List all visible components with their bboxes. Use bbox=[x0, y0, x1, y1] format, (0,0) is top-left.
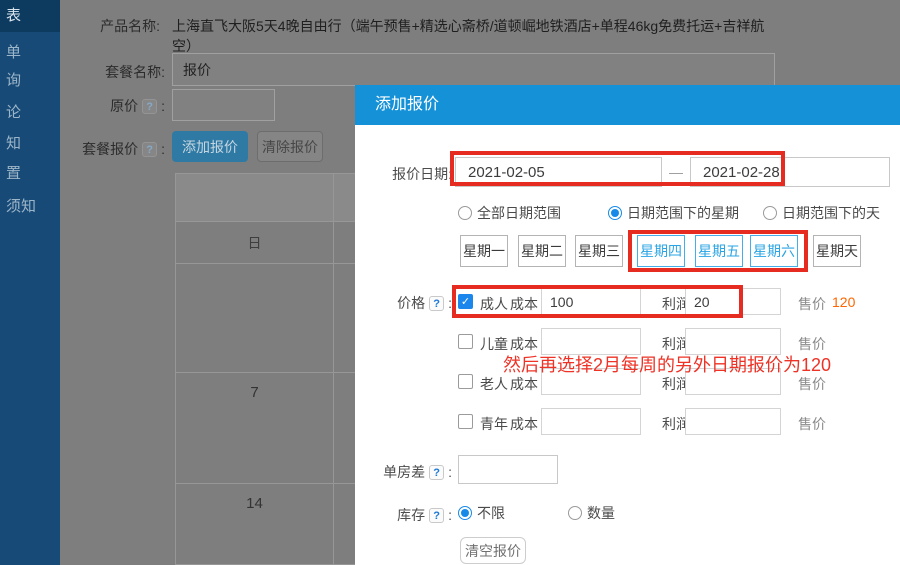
radio-icon bbox=[458, 506, 472, 520]
date-start-input[interactable] bbox=[455, 157, 662, 187]
cost-input-youth[interactable] bbox=[541, 408, 641, 435]
single-room-label: 单房差 ? : bbox=[365, 462, 452, 482]
sidebar-item-5[interactable]: 知 bbox=[0, 129, 60, 159]
weekday-button-thu[interactable]: 星期四 bbox=[637, 235, 685, 267]
price-row-youth: 青年 成本 利润 售价 bbox=[355, 407, 900, 437]
radio-icon bbox=[458, 206, 472, 220]
weekday-button-tue[interactable]: 星期二 bbox=[518, 235, 566, 267]
single-room-input[interactable] bbox=[458, 455, 558, 484]
radio-weekdays-in-range[interactable]: 日期范围下的星期 bbox=[608, 203, 739, 223]
checkbox-child[interactable] bbox=[458, 334, 473, 349]
radio-stock-quantity[interactable]: 数量 bbox=[568, 503, 615, 523]
package-quote-label: 套餐报价 ? : bbox=[60, 139, 165, 159]
colon: : bbox=[161, 98, 165, 114]
sidebar-item-6[interactable]: 置 bbox=[0, 159, 60, 189]
package-quote-label-text: 套餐报价 bbox=[82, 139, 138, 159]
dialog-title: 添加报价 bbox=[375, 85, 439, 125]
app-window: 表 单 询 论 知 置 须知 产品名称: 上海直飞大阪5天4晚自由行（端午预售+… bbox=[0, 0, 900, 565]
radio-all-date-range[interactable]: 全部日期范围 bbox=[458, 203, 561, 223]
original-price-label: 原价 ? : bbox=[60, 96, 165, 116]
weekday-button-mon[interactable]: 星期一 bbox=[460, 235, 508, 267]
help-icon[interactable]: ? bbox=[429, 508, 444, 523]
sidebar-item-7[interactable]: 须知 bbox=[0, 192, 60, 222]
checkbox-youth[interactable] bbox=[458, 414, 473, 429]
annotation-note: 然后再选择2月每周的另外日期报价为120 bbox=[503, 351, 893, 377]
radio-icon bbox=[763, 206, 777, 220]
calendar-day-header: 日 bbox=[176, 222, 334, 263]
sidebar-item-3[interactable]: 询 bbox=[0, 66, 60, 96]
sidebar-item-1[interactable]: 表 bbox=[0, 0, 60, 32]
sidebar-item-2[interactable]: 单 bbox=[0, 38, 60, 68]
weekday-button-sat[interactable]: 星期六 bbox=[750, 235, 798, 267]
checkbox-elderly[interactable] bbox=[458, 374, 473, 389]
help-icon[interactable]: ? bbox=[429, 465, 444, 480]
add-quote-button[interactable]: 添加报价 bbox=[172, 131, 248, 162]
help-icon[interactable]: ? bbox=[142, 99, 157, 114]
add-quote-dialog: 添加报价 报价日期: — 全部日期范围 日期范围下的星期 日期范围下的天 星期一… bbox=[355, 85, 900, 565]
sale-price-adult: 120 bbox=[832, 294, 855, 310]
stock-label: 库存 ? : bbox=[365, 505, 452, 525]
radio-icon bbox=[568, 506, 582, 520]
sidebar: 表 单 询 论 知 置 须知 bbox=[0, 0, 60, 565]
profit-input-youth[interactable] bbox=[685, 408, 781, 435]
checkbox-adult[interactable]: ✓ bbox=[458, 294, 473, 309]
radio-days-in-range[interactable]: 日期范围下的天 bbox=[763, 203, 880, 223]
quote-date-label: 报价日期: bbox=[365, 164, 452, 184]
profit-input-adult[interactable] bbox=[685, 288, 781, 315]
cost-input-adult[interactable] bbox=[541, 288, 641, 315]
clear-quote-button[interactable]: 清除报价 bbox=[257, 131, 323, 162]
package-name-input[interactable] bbox=[172, 53, 775, 86]
colon: : bbox=[161, 141, 165, 157]
price-row-adult: ✓ 成人 成本 利润 售价 120 bbox=[355, 287, 900, 317]
date-range-separator: — bbox=[664, 164, 688, 180]
original-price-input[interactable] bbox=[172, 89, 275, 121]
help-icon[interactable]: ? bbox=[142, 142, 157, 157]
radio-icon bbox=[608, 206, 622, 220]
original-price-label-text: 原价 bbox=[110, 96, 138, 116]
date-end-input[interactable] bbox=[690, 157, 890, 187]
dialog-header: 添加报价 bbox=[355, 85, 900, 125]
sidebar-item-4[interactable]: 论 bbox=[0, 98, 60, 128]
product-name-label: 产品名称: bbox=[60, 16, 160, 36]
empty-quote-button[interactable]: 清空报价 bbox=[460, 537, 526, 564]
weekday-button-sun[interactable]: 星期天 bbox=[813, 235, 861, 267]
radio-stock-unlimited[interactable]: 不限 bbox=[458, 503, 505, 523]
product-name-value: 上海直飞大阪5天4晚自由行（端午预售+精选心斋桥/道顿崛地铁酒店+单程46kg免… bbox=[172, 16, 772, 56]
weekday-button-fri[interactable]: 星期五 bbox=[695, 235, 743, 267]
package-name-label: 套餐名称: bbox=[60, 62, 165, 82]
weekday-button-wed[interactable]: 星期三 bbox=[575, 235, 623, 267]
